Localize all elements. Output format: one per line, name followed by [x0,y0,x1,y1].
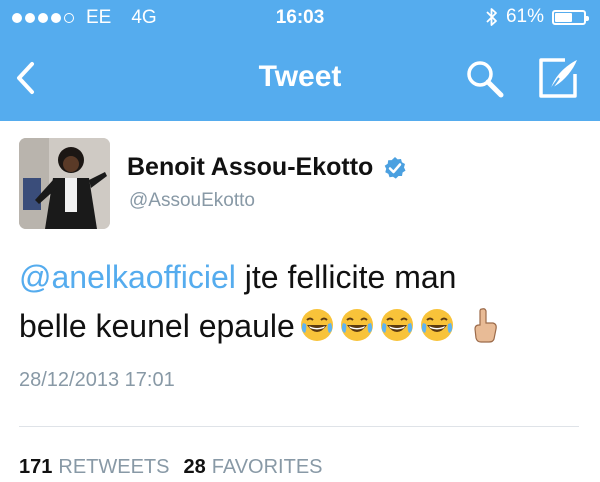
mention-link[interactable]: @anelkaofficiel [19,259,236,295]
favorites-stat[interactable]: 28 FAVORITES [184,456,323,479]
nav-bar: Tweet [0,36,600,121]
page-title: Tweet [258,60,342,93]
tweet-stats: 171 RETWEETS 28 FAVORITES [19,456,323,479]
tweet-text-part-2: belle keunel epaule [19,308,295,344]
favorites-count: 28 [183,456,206,478]
tears-of-joy-emoji-icon [420,309,453,341]
emoji-row [295,308,503,344]
retweets-count: 171 [19,456,53,478]
divider [19,426,579,427]
verified-badge-icon [384,156,406,179]
avatar[interactable] [19,138,110,229]
battery-icon [552,9,589,25]
retweets-label: RETWEETS [58,456,170,478]
tweet-text-line-2: belle keunel epaule [19,302,589,351]
tears-of-joy-emoji-icon [300,309,333,341]
tweet-timestamp: 28/12/2013 17:01 [19,369,175,391]
author-handle[interactable]: @AssouEkotto [129,190,255,212]
author-name[interactable]: Benoit Assou-Ekotto [127,153,373,182]
compose-icon[interactable] [535,56,581,100]
status-right: 61% [486,6,589,28]
tweet-text-part-1: jte fellicite man [235,259,457,295]
retweets-stat[interactable]: 171 RETWEETS [19,456,170,479]
tears-of-joy-emoji-icon [340,309,373,341]
tears-of-joy-emoji-icon [380,309,413,341]
battery-percent: 61% [505,6,544,27]
tweet-text: @anelkaofficiel jte fellicite man belle … [19,253,589,351]
tweet-text-line-1: @anelkaofficiel jte fellicite man [19,253,589,302]
author-row: Benoit Assou-Ekotto [127,153,407,182]
top-bar: EE 4G 16:03 61% Tweet [0,0,600,121]
bluetooth-icon [486,8,497,26]
status-bar: EE 4G 16:03 61% [0,0,600,36]
search-icon[interactable] [464,58,506,100]
favorites-label: FAVORITES [211,456,323,478]
pointing-up-emoji-icon [474,308,497,343]
